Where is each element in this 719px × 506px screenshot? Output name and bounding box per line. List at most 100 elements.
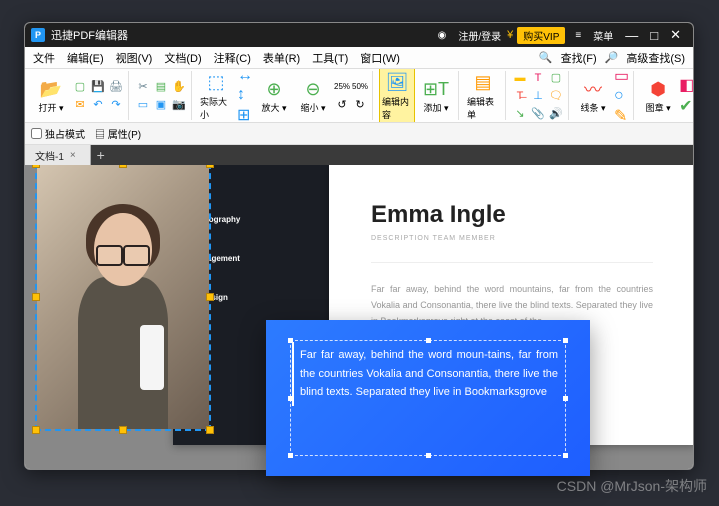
maximize-button[interactable]: □: [644, 28, 664, 43]
edit-content-button[interactable]: 🖼 编辑内容: [379, 69, 415, 123]
open-label: 打开 ▾: [38, 101, 63, 114]
handle-tm[interactable]: [119, 165, 127, 168]
menu-button[interactable]: 菜单: [587, 28, 619, 43]
note-icon[interactable]: 🗨: [548, 88, 564, 104]
mail-icon[interactable]: ✉: [72, 97, 88, 113]
overlay-text[interactable]: Far far away, behind the word moun-tains…: [292, 342, 564, 406]
underline-icon[interactable]: ⊥: [530, 88, 546, 104]
select-icon[interactable]: ▣: [153, 97, 169, 113]
app-icon: P: [31, 28, 45, 42]
rotate-left-icon[interactable]: ↺: [334, 97, 350, 113]
menu-window[interactable]: 窗口(W): [356, 48, 404, 68]
snapshot-icon[interactable]: 📷: [171, 97, 187, 113]
attach-icon[interactable]: 📎: [530, 106, 546, 122]
ohandle-bl[interactable]: [288, 453, 293, 458]
menu-advfind[interactable]: 高级查找(S): [622, 48, 689, 68]
ohandle-bm[interactable]: [426, 453, 431, 458]
subbar: 独占模式 ▤ 属性(P): [25, 123, 693, 145]
open-button[interactable]: 📂 打开 ▾: [33, 75, 69, 116]
fit-width-icon[interactable]: ↔: [237, 69, 253, 85]
hand-icon[interactable]: ✋: [171, 79, 187, 95]
menu-document[interactable]: 文档(D): [160, 48, 205, 68]
add-button[interactable]: ⊞T 添加 ▾: [418, 75, 454, 116]
edit-form-button[interactable]: ▤ 编辑表单: [465, 69, 501, 123]
menu-file[interactable]: 文件: [29, 48, 59, 68]
watermark: CSDN @MrJson-架构师: [557, 476, 707, 496]
rotate-right-icon[interactable]: ↻: [352, 97, 368, 113]
menu-icon[interactable]: ≡: [569, 30, 587, 41]
pencil-icon[interactable]: ✎: [614, 106, 629, 124]
ohandle-br[interactable]: [563, 453, 568, 458]
pct-25-icon[interactable]: 25%: [334, 79, 350, 95]
register-link[interactable]: 注册/登录: [452, 28, 507, 43]
selected-image[interactable]: [37, 165, 209, 429]
titlebar: P 迅捷PDF编辑器 ◉ 注册/登录 ¥ 购买VIP ≡ 菜单 — □ ✕: [25, 23, 693, 47]
tab-doc1[interactable]: 文档-1 ×: [25, 145, 91, 165]
menu-tool[interactable]: 工具(T): [308, 48, 352, 68]
sound-icon[interactable]: 🔊: [548, 106, 564, 122]
add-icon: ⊞T: [424, 77, 448, 101]
handle-tl[interactable]: [32, 165, 40, 168]
edit-form-icon: ▤: [471, 71, 495, 95]
section-photography: Photography: [191, 215, 311, 224]
rect-shape-icon[interactable]: ▭: [614, 69, 629, 86]
undo-icon[interactable]: ↶: [90, 97, 106, 113]
new-icon[interactable]: ▢: [72, 79, 88, 95]
user-icon[interactable]: ◉: [432, 30, 453, 41]
strike-icon[interactable]: T̶: [512, 88, 528, 104]
menu-view[interactable]: 视图(V): [112, 48, 157, 68]
page-icon[interactable]: ▭: [135, 97, 151, 113]
advfind-icon[interactable]: 🔎: [605, 51, 619, 64]
find-icon[interactable]: 🔍: [539, 51, 553, 64]
text-icon[interactable]: T: [530, 70, 546, 86]
profile-subtitle: DESCRIPTION TEAM MEMBER: [371, 235, 653, 242]
realsize-button[interactable]: ⬚ 实际大小: [198, 69, 234, 123]
callout-icon[interactable]: ▢: [548, 70, 564, 86]
menu-comment[interactable]: 注释(C): [210, 48, 255, 68]
stamp-icon: ⬢: [646, 77, 670, 101]
text-edit-overlay[interactable]: Far far away, behind the word moun-tains…: [266, 320, 590, 476]
handle-bm[interactable]: [119, 426, 127, 434]
realsize-icon: ⬚: [204, 71, 228, 95]
section-management: Management: [191, 254, 311, 263]
zoomout-button[interactable]: ⊖ 缩小 ▾: [295, 75, 331, 116]
app-title: 迅捷PDF编辑器: [51, 27, 432, 43]
vip-button[interactable]: 购买VIP: [517, 27, 565, 44]
zoomout-label: 缩小 ▾: [300, 101, 325, 114]
circle-shape-icon[interactable]: ○: [614, 87, 629, 105]
print-icon[interactable]: 🖨: [108, 79, 124, 95]
redo-icon[interactable]: ↷: [108, 97, 124, 113]
add-tab-button[interactable]: +: [91, 145, 111, 165]
check-icon[interactable]: ✔: [679, 96, 693, 116]
lines-button[interactable]: 〰 线条 ▾: [575, 75, 611, 116]
tab-close-icon[interactable]: ×: [70, 150, 76, 161]
cut-icon[interactable]: ✂: [135, 79, 151, 95]
clipboard-grid: ✂ ▤ ✋ ▭ ▣ 📷: [135, 79, 187, 113]
handle-mr[interactable]: [206, 293, 214, 301]
pct-50-icon[interactable]: 50%: [352, 79, 368, 95]
stamp-button[interactable]: ⬢ 图章 ▾: [640, 75, 676, 116]
eraser-icon[interactable]: ◧: [679, 75, 693, 95]
fit-page-icon[interactable]: ⊞: [237, 105, 253, 124]
handle-tr[interactable]: [206, 165, 214, 168]
exclusive-checkbox[interactable]: 独占模式: [31, 126, 85, 141]
save-icon[interactable]: 💾: [90, 79, 106, 95]
close-button[interactable]: ✕: [664, 27, 687, 43]
zoomout-icon: ⊖: [301, 77, 325, 101]
handle-ml[interactable]: [32, 293, 40, 301]
fit-height-icon[interactable]: ↕: [237, 86, 253, 104]
doc-icon[interactable]: ▤: [153, 79, 169, 95]
minimize-button[interactable]: —: [619, 28, 644, 43]
menu-find[interactable]: 查找(F): [557, 48, 601, 68]
zoomin-button[interactable]: ⊕ 放大 ▾: [256, 75, 292, 116]
properties-button[interactable]: ▤ 属性(P): [95, 126, 141, 141]
arrow-icon[interactable]: ↘: [512, 106, 528, 122]
annotate-grid: ▬ T ▢ T̶ ⊥ 🗨 ↘ 📎 🔊: [512, 70, 564, 122]
menu-form[interactable]: 表单(R): [259, 48, 304, 68]
highlight-icon[interactable]: ▬: [512, 70, 528, 86]
menu-edit[interactable]: 编辑(E): [63, 48, 108, 68]
profile-photo: [37, 165, 209, 429]
edit-content-icon: 🖼: [385, 71, 409, 95]
handle-br[interactable]: [206, 426, 214, 434]
handle-bl[interactable]: [32, 426, 40, 434]
